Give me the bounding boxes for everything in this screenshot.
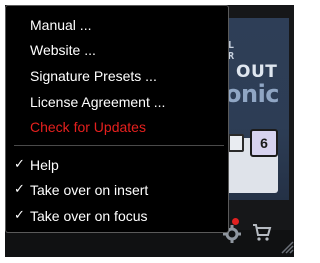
notification-dot <box>232 218 239 225</box>
menu-item-label: Website ... <box>30 42 96 58</box>
menu-item-manual[interactable]: Manual ... <box>6 14 228 36</box>
menu-item-license-agreement[interactable]: License Agreement ... <box>6 91 228 113</box>
menu-item-label: License Agreement ... <box>30 94 166 110</box>
menu-item-label: Check for Updates <box>30 119 146 135</box>
menu-toggle-take-over-on-focus[interactable]: ✓ Take over on focus <box>6 205 228 227</box>
value-box[interactable] <box>228 134 244 152</box>
menu-item-website[interactable]: Website ... <box>6 39 228 61</box>
menu-toggle-take-over-on-insert[interactable]: ✓ Take over on insert <box>6 179 228 201</box>
menu-separator <box>14 145 224 146</box>
menu-item-check-for-updates[interactable]: Check for Updates <box>6 116 228 138</box>
menu-item-signature-presets[interactable]: Signature Presets ... <box>6 65 228 87</box>
menu-toggle-label: Take over on focus <box>30 208 148 224</box>
menu-toggle-help[interactable]: ✓ Help <box>6 154 228 176</box>
channel-letters: L R <box>228 40 249 62</box>
menu-toggle-label: Take over on insert <box>30 182 149 198</box>
checkmark-icon: ✓ <box>14 182 25 197</box>
menu-toggle-label: Help <box>30 157 59 173</box>
menu-item-label: Manual ... <box>30 17 92 33</box>
checkmark-icon: ✓ <box>14 157 25 172</box>
out-label: OUT <box>236 62 278 82</box>
value-chip[interactable]: 6 <box>250 129 278 157</box>
checkmark-icon: ✓ <box>14 208 25 223</box>
brand-fragment: onic <box>225 80 280 108</box>
resize-grip-icon[interactable] <box>280 240 294 254</box>
bottom-toolbar <box>5 230 294 257</box>
menu-item-label: Signature Presets ... <box>30 68 157 84</box>
context-menu: Manual ... Website ... Signature Presets… <box>5 5 229 233</box>
screenshot-frame: L R OUT onic 6 Manual ... Website ... Si… <box>0 0 300 263</box>
cart-icon[interactable] <box>252 222 272 242</box>
